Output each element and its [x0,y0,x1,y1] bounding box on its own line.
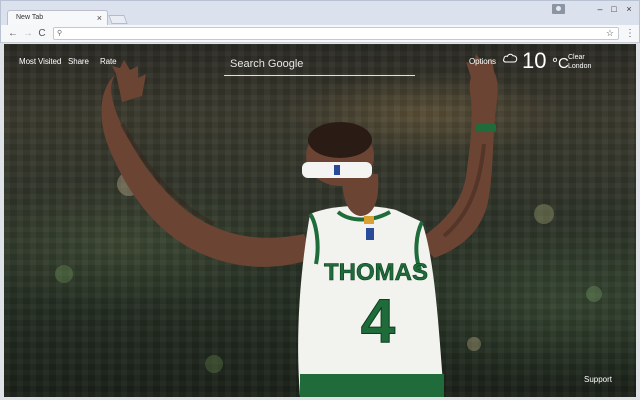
most-visited-link[interactable]: Most Visited [19,57,61,66]
share-link[interactable]: Share [68,57,89,66]
bookmark-star-icon[interactable]: ☆ [606,27,614,39]
search-box[interactable] [224,54,415,76]
address-input[interactable] [66,29,596,39]
address-bar[interactable]: ⚲ ☆ [53,27,619,40]
support-link[interactable]: Support [584,375,612,384]
close-window-button[interactable]: × [623,4,635,14]
maximize-button[interactable]: □ [608,4,620,14]
new-tab-page: THOMAS 4 Most Visited Share Rate Options… [4,44,636,397]
temperature-unit: °C [552,55,569,72]
tab-close-icon[interactable]: × [97,12,102,24]
tab-strip: New Tab × – □ × [0,0,640,26]
search-input[interactable] [230,56,410,72]
profile-icon[interactable] [552,4,565,14]
browser-menu-button[interactable]: ⋮ [625,27,635,40]
rate-link[interactable]: Rate [100,57,117,66]
forward-button[interactable]: → [22,27,34,40]
options-link[interactable]: Options [469,57,496,66]
jersey-name: THOMAS [324,259,428,286]
reload-button[interactable]: C [36,27,48,40]
temperature-value: 10 [522,48,547,73]
weather-city: London [568,63,592,70]
cloud-icon [503,53,518,63]
weather-condition: Clear [568,54,585,61]
jersey-number: 4 [361,287,396,356]
new-tab-button[interactable] [108,15,128,24]
wallpaper-image: THOMAS 4 [55,54,602,397]
tab-title: New Tab [16,14,44,21]
back-button[interactable]: ← [7,27,19,40]
browser-toolbar: ← → C ⚲ ☆ ⋮ [0,25,640,43]
minimize-button[interactable]: – [594,4,606,14]
tab-new-tab[interactable]: New Tab × [7,10,108,26]
omnibox-search-icon: ⚲ [57,30,63,37]
